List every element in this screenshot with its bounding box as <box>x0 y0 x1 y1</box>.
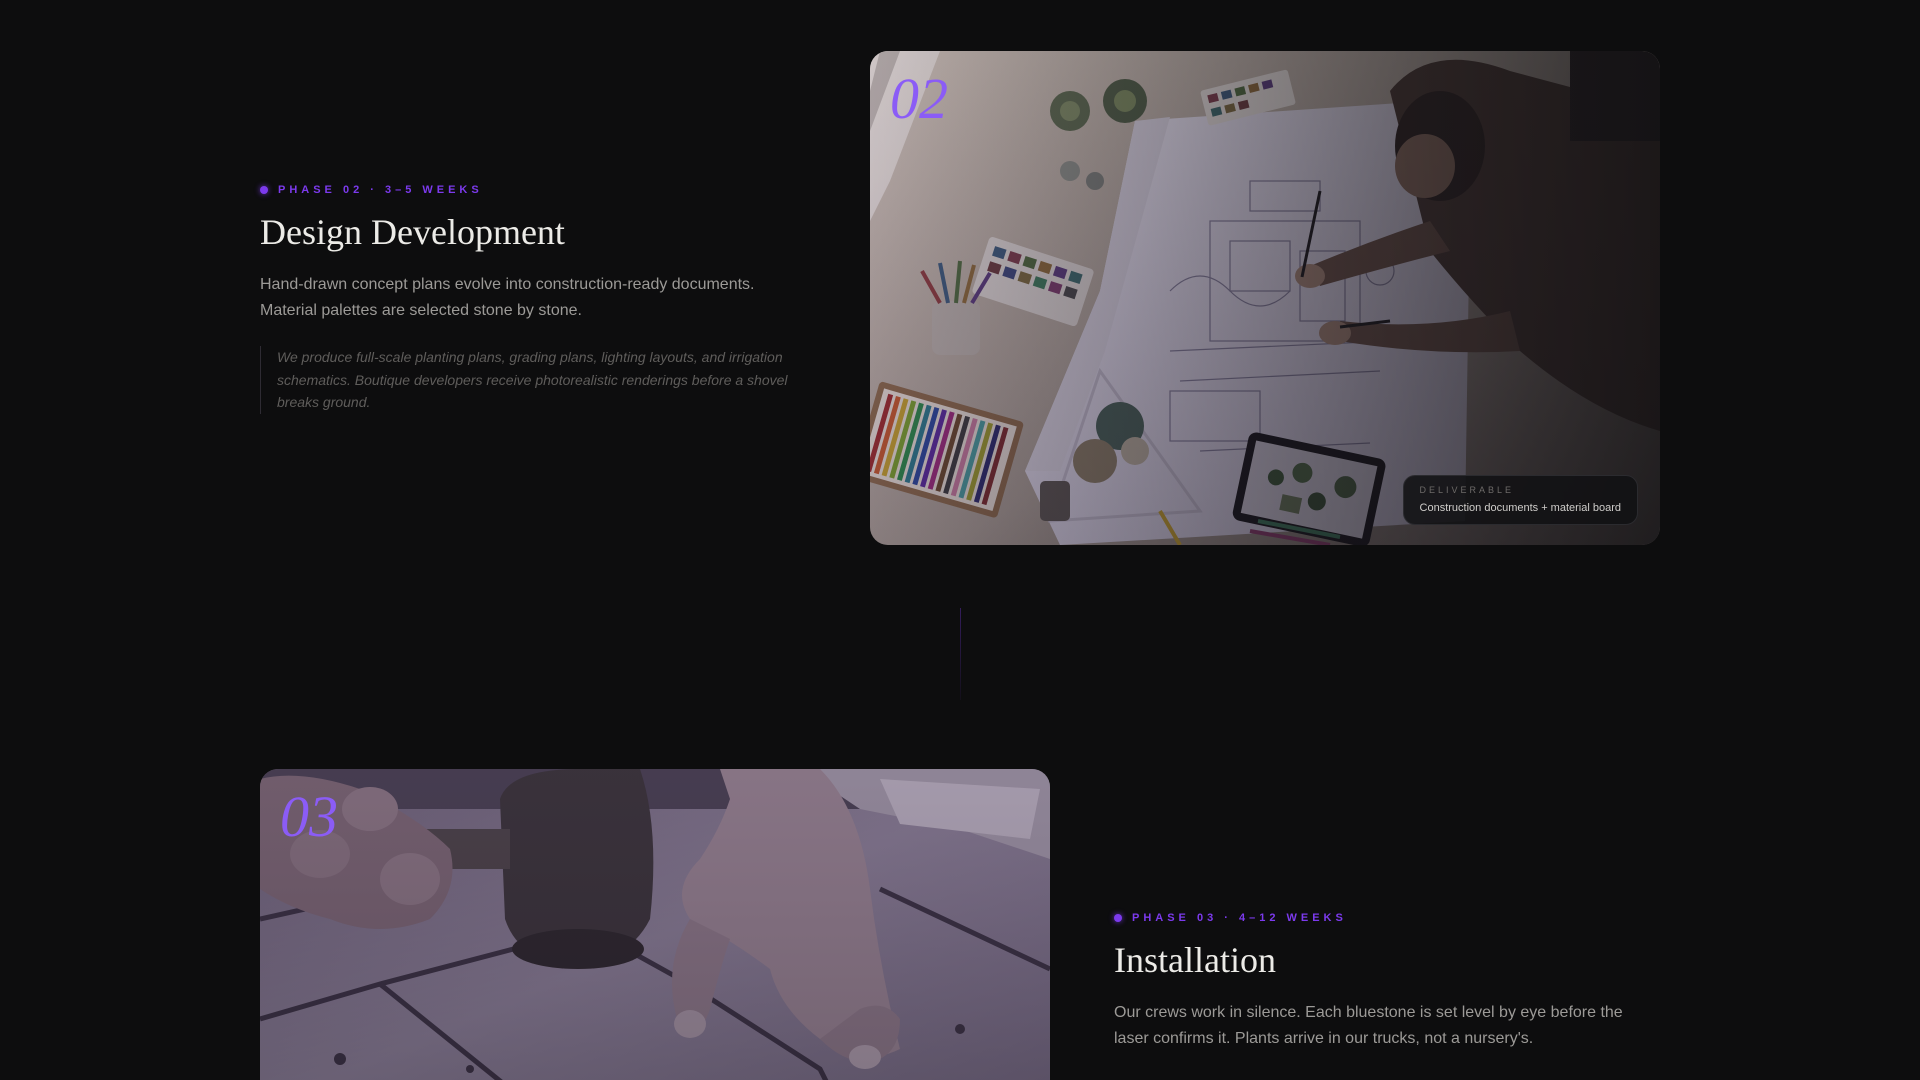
phase-03-number: 03 <box>280 784 338 849</box>
phase-02-quote: We produce full-scale planting plans, gr… <box>260 346 801 414</box>
deliverable-label: DELIVERABLE <box>1419 485 1515 495</box>
phase-03-image-card: 03 <box>260 769 1050 1080</box>
phase-02-text: PHASE 02 · 3–5 WEEKS Design Development … <box>260 182 820 414</box>
deliverable-value: Construction documents + material board <box>1419 502 1621 514</box>
phase-03-label: PHASE 03 · 4–12 WEEKS <box>1114 910 1674 926</box>
phase-02-description: Hand-drawn concept plans evolve into con… <box>260 276 755 319</box>
mallet-stone-photo <box>260 769 1050 1080</box>
process-section: PHASE 02 · 3–5 WEEKS Design Development … <box>0 0 1920 1080</box>
phase-03-title: Installation <box>1114 940 1276 980</box>
phase-02-number: 02 <box>890 66 948 131</box>
phase-03-label-text: PHASE 03 · 4–12 WEEKS <box>1132 912 1347 924</box>
phase-02-label-text: PHASE 02 · 3–5 WEEKS <box>278 184 483 196</box>
phase-02-title: Design Development <box>260 212 565 252</box>
phase-02-label: PHASE 02 · 3–5 WEEKS <box>260 182 820 198</box>
phase-03-text: PHASE 03 · 4–12 WEEKS Installation Our c… <box>1114 910 1674 1052</box>
phase-02-image-card: 02 DELIVERABLE Construction documents + … <box>870 51 1660 545</box>
deliverable-badge: DELIVERABLE Construction documents + mat… <box>1402 475 1638 525</box>
timeline-connector <box>960 608 961 700</box>
phase-03-description: Our crews work in silence. Each blueston… <box>1114 1004 1623 1047</box>
architect-drafting-photo <box>870 51 1660 545</box>
phase-dot-icon <box>1114 914 1122 922</box>
phase-dot-icon <box>260 186 268 194</box>
